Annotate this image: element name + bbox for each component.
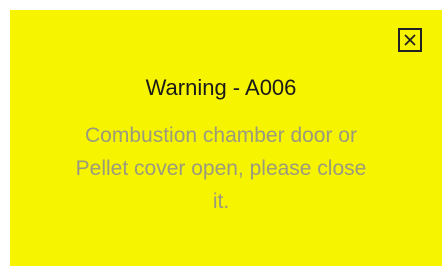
close-button[interactable] <box>398 28 422 52</box>
close-icon <box>404 34 416 46</box>
warning-message-line: Pellet cover open, please close <box>75 157 367 180</box>
warning-message-line: Combustion chamber door or <box>85 124 357 147</box>
warning-message-line: it. <box>212 190 230 213</box>
warning-message: Combustion chamber door or Pellet cover … <box>0 119 442 218</box>
warning-title: Warning - A006 <box>145 75 297 100</box>
